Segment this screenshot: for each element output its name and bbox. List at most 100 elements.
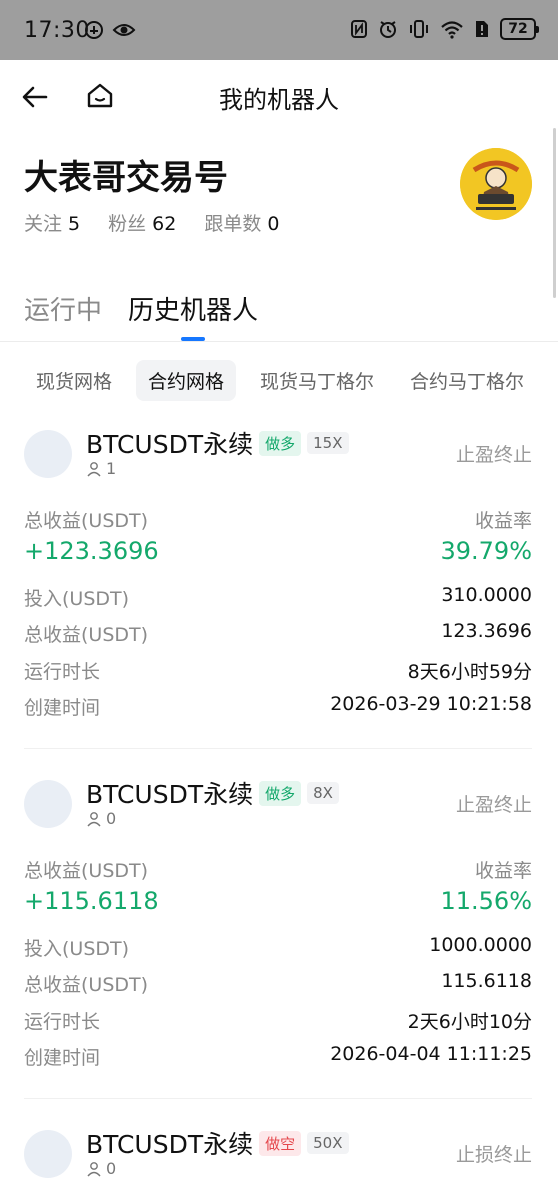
side-badge: 做多 — [259, 780, 302, 806]
leverage-badge: 50X — [307, 1132, 349, 1154]
detail-value: 1000.0000 — [429, 934, 532, 956]
follower-count: 0 — [106, 1159, 117, 1178]
yield-label: 收益率 — [474, 510, 532, 532]
detail-row: 总收益(USDT) 123.3696 — [24, 620, 532, 647]
subtab-futures-grid[interactable]: 合约网格 — [136, 360, 237, 401]
stat-following[interactable]: 关注 5 — [24, 209, 80, 236]
avatar-illustration — [460, 148, 532, 220]
robot-avatar — [24, 430, 72, 478]
profile-name: 大表哥交易号 — [24, 158, 228, 198]
detail-label: 总收益(USDT) — [24, 974, 149, 996]
stat-value: 0 — [267, 213, 280, 235]
card-status: 止盈终止 — [455, 444, 532, 466]
card-status: 止盈终止 — [455, 794, 532, 816]
stat-label: 粉丝 — [108, 213, 147, 235]
user-icon — [87, 1161, 101, 1176]
pnl-value: +123.3696 — [24, 537, 159, 565]
status-time: 17:30 — [24, 18, 90, 43]
vibrate-icon — [410, 20, 428, 38]
subtab-spot-martingale[interactable]: 现货马丁格尔 — [248, 360, 386, 401]
stat-value: 5 — [68, 213, 81, 235]
sub-tabs: 现货网格 合约网格 现货马丁格尔 合约马丁格尔 — [24, 360, 536, 401]
stat-label: 跟单数 — [204, 213, 262, 235]
card-divider — [24, 1098, 532, 1099]
top-navigation: 我的机器人 — [0, 60, 558, 132]
robot-card[interactable]: BTCUSDT永续 做多 8X 0 止盈终止 总收益(USDT) 收益率 +11… — [24, 780, 532, 1100]
yield-value: 11.56% — [440, 887, 532, 915]
detail-label: 总收益(USDT) — [24, 624, 149, 646]
detail-row: 投入(USDT) 1000.0000 — [24, 934, 532, 961]
stat-value: 62 — [152, 213, 177, 235]
card-status: 止损终止 — [455, 1144, 532, 1166]
detail-row: 运行时长 2天6小时10分 — [24, 1007, 532, 1034]
detail-label: 创建时间 — [24, 1047, 101, 1069]
detail-row: 创建时间 2026-04-04 11:11:25 — [24, 1043, 532, 1070]
detail-label: 投入(USDT) — [24, 938, 130, 960]
status-bar: 17:30 72 — [0, 0, 558, 60]
tab-running[interactable]: 运行中 — [24, 290, 102, 341]
side-badge: 做多 — [259, 430, 302, 456]
card-symbol: BTCUSDT永续 — [86, 780, 254, 809]
detail-value: 123.3696 — [441, 620, 532, 642]
pnl-value-row: +115.6118 11.56% — [24, 887, 532, 915]
pnl-header-row: 总收益(USDT) 收益率 — [24, 856, 532, 883]
nfc-icon — [351, 20, 367, 38]
battery-icon: 72 — [500, 18, 539, 40]
detail-label: 创建时间 — [24, 697, 101, 719]
detail-value: 2026-04-04 11:11:25 — [330, 1043, 532, 1065]
stat-copy-trades[interactable]: 跟单数 0 — [204, 209, 279, 236]
follower-count: 1 — [106, 459, 117, 478]
eye-icon — [112, 24, 136, 36]
page-title: 我的机器人 — [219, 86, 339, 114]
detail-row: 创建时间 2026-03-29 10:21:58 — [24, 693, 532, 720]
detail-value: 310.0000 — [441, 584, 532, 606]
robot-card[interactable]: BTCUSDT永续 做空 50X 0 止损终止 — [24, 1130, 532, 1200]
notification-app-icon — [85, 21, 103, 39]
detail-row: 投入(USDT) 310.0000 — [24, 584, 532, 611]
tabs-divider — [0, 341, 558, 342]
card-symbol: BTCUSDT永续 — [86, 1130, 254, 1159]
leverage-badge: 15X — [307, 432, 349, 454]
side-badge: 做空 — [259, 1130, 302, 1156]
card-title-row: BTCUSDT永续 做多 15X — [86, 425, 349, 461]
pnl-label: 总收益(USDT) — [24, 510, 149, 532]
subtab-futures-martingale[interactable]: 合约马丁格尔 — [398, 360, 536, 401]
pnl-label: 总收益(USDT) — [24, 860, 149, 882]
detail-value: 115.6118 — [441, 970, 532, 992]
card-followers: 0 — [86, 1159, 116, 1178]
robot-card[interactable]: BTCUSDT永续 做多 15X 1 止盈终止 总收益(USDT) 收益率 +1… — [24, 430, 532, 750]
follower-count: 0 — [106, 809, 117, 828]
card-title-row: BTCUSDT永续 做多 8X — [86, 775, 339, 811]
avatar[interactable] — [460, 148, 532, 220]
robot-avatar — [24, 1130, 72, 1178]
card-title-row: BTCUSDT永续 做空 50X — [86, 1125, 349, 1161]
user-icon — [87, 461, 101, 476]
status-left-icons — [84, 20, 136, 40]
scrollbar[interactable] — [553, 128, 556, 298]
status-right-icons: 72 — [350, 18, 539, 40]
stat-followers[interactable]: 粉丝 62 — [108, 209, 176, 236]
detail-label: 运行时长 — [24, 1011, 101, 1033]
sim-alert-icon — [476, 21, 488, 37]
main-tabs: 运行中 历史机器人 — [24, 290, 258, 341]
card-divider — [24, 748, 532, 749]
pnl-value-row: +123.3696 39.79% — [24, 537, 532, 565]
card-symbol: BTCUSDT永续 — [86, 430, 254, 459]
robot-avatar — [24, 780, 72, 828]
detail-row: 总收益(USDT) 115.6118 — [24, 970, 532, 997]
detail-value: 8天6小时59分 — [407, 661, 532, 683]
user-icon — [87, 811, 101, 826]
card-followers: 0 — [86, 809, 116, 828]
detail-value: 2天6小时10分 — [407, 1011, 532, 1033]
pnl-header-row: 总收益(USDT) 收益率 — [24, 506, 532, 533]
tab-history-robots[interactable]: 历史机器人 — [128, 290, 258, 341]
alarm-icon — [380, 21, 396, 38]
yield-label: 收益率 — [474, 860, 532, 882]
pnl-value: +115.6118 — [24, 887, 159, 915]
detail-value: 2026-03-29 10:21:58 — [330, 693, 532, 715]
detail-label: 投入(USDT) — [24, 588, 130, 610]
detail-row: 运行时长 8天6小时59分 — [24, 657, 532, 684]
subtab-spot-grid[interactable]: 现货网格 — [24, 360, 124, 401]
leverage-badge: 8X — [307, 782, 339, 804]
profile-stats: 关注 5 粉丝 62 跟单数 0 — [24, 209, 279, 236]
